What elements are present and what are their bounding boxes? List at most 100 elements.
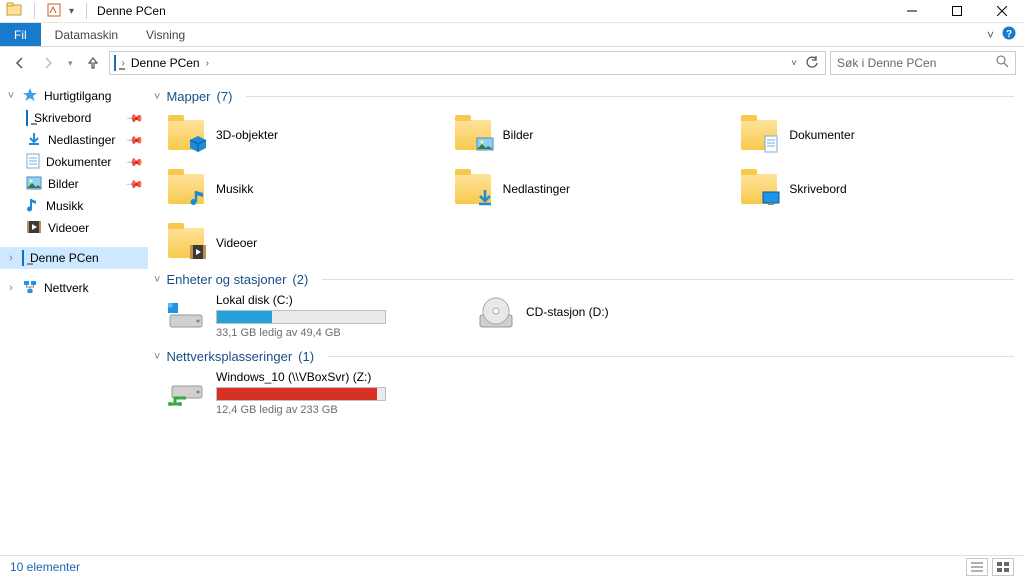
group-header-network[interactable]: ˅ Nettverksplasseringer (1) (154, 349, 1014, 364)
folder-label: Musikk (216, 182, 253, 196)
svg-text:?: ? (1006, 29, 1012, 40)
drive-optical-d[interactable]: CD-stasjon (D:) (464, 293, 744, 339)
videos-icon (26, 220, 42, 237)
tree-label: Musikk (46, 199, 83, 213)
address-bar[interactable]: › Denne PCen › ˅ (109, 51, 826, 75)
help-icon[interactable]: ? (1002, 26, 1016, 43)
drive-name: Windows_10 (\\VBoxSvr) (Z:) (216, 370, 386, 384)
folder-label: 3D-objekter (216, 128, 278, 142)
large-icons-view-button[interactable] (992, 558, 1014, 576)
folder-label: Dokumenter (789, 128, 854, 142)
drive-free-text: 12,4 GB ledig av 233 GB (216, 404, 386, 416)
sidebar-item-downloads[interactable]: Nedlastinger 📌 (0, 129, 148, 151)
drive-network-z[interactable]: Windows_10 (\\VBoxSvr) (Z:) 12,4 GB ledi… (154, 370, 434, 416)
3d-objects-icon (166, 115, 206, 155)
tree-label: Videoer (48, 221, 89, 235)
sidebar-item-documents[interactable]: Dokumenter 📌 (0, 151, 148, 173)
folder-documents[interactable]: Dokumenter (727, 110, 1014, 160)
sidebar-item-music[interactable]: Musikk (0, 195, 148, 217)
ribbon: Fil Datamaskin Visning ˅ ? (0, 23, 1024, 47)
folder-label: Skrivebord (789, 182, 846, 196)
search-input[interactable]: Søk i Denne PCen (830, 51, 1016, 75)
folder-label: Videoer (216, 236, 257, 250)
forward-button (40, 55, 56, 71)
pin-icon: 📌 (126, 175, 145, 194)
folder-label: Nedlastinger (503, 182, 570, 196)
tab-view[interactable]: Visning (132, 23, 199, 46)
maximize-button[interactable] (934, 0, 979, 23)
this-pc-icon (114, 56, 116, 70)
address-dropdown-icon[interactable]: ˅ (791, 58, 797, 69)
tab-computer[interactable]: Datamaskin (41, 23, 132, 46)
tree-quick-access[interactable]: ˅ Hurtigtilgang (0, 85, 148, 107)
chevron-right-icon[interactable]: › (6, 252, 16, 264)
group-header-folders[interactable]: ˅ Mapper (7) (154, 89, 1014, 104)
close-button[interactable] (979, 0, 1024, 23)
breadcrumb-this-pc[interactable]: Denne PCen (131, 56, 200, 70)
tab-file[interactable]: Fil (0, 23, 41, 46)
qat-divider (34, 3, 35, 19)
tree-this-pc[interactable]: › Denne PCen (0, 247, 148, 269)
network-drive-icon (166, 372, 206, 412)
folder-downloads[interactable]: Nedlastinger (441, 164, 728, 214)
status-bar: 10 elementer (0, 555, 1024, 577)
minimize-button[interactable] (889, 0, 934, 23)
title-bar: ▾ Denne PCen (0, 0, 1024, 23)
downloads-icon (453, 169, 493, 209)
window-title: Denne PCen (97, 4, 166, 18)
drive-free-text: 33,1 GB ledig av 49,4 GB (216, 327, 386, 339)
pin-icon: 📌 (126, 153, 145, 172)
qat-divider-2 (86, 3, 87, 19)
group-title: Mapper (166, 89, 210, 104)
group-count: (1) (298, 349, 314, 364)
content-pane: ˅ Mapper (7) 3D-objekter Bilder Dokument… (148, 79, 1024, 555)
tree-label: Hurtigtilgang (44, 89, 111, 103)
pictures-icon (26, 176, 42, 193)
star-icon (22, 87, 38, 106)
tree-label: Dokumenter (46, 155, 111, 169)
drive-local-c[interactable]: Lokal disk (C:) 33,1 GB ledig av 49,4 GB (154, 293, 434, 339)
group-header-drives[interactable]: ˅ Enheter og stasjoner (2) (154, 272, 1014, 287)
navigation-bar: ▾ › Denne PCen › ˅ Søk i Denne PCen (0, 47, 1024, 79)
breadcrumb-separator-icon[interactable]: › (122, 58, 125, 69)
music-icon (26, 197, 40, 216)
navigation-pane: ˅ Hurtigtilgang Skrivebord 📌 Nedlastinge… (0, 79, 148, 555)
network-icon (22, 279, 38, 298)
folder-videos[interactable]: Videoer (154, 218, 441, 268)
search-placeholder: Søk i Denne PCen (837, 56, 936, 70)
back-button[interactable] (12, 55, 28, 71)
ribbon-collapse-icon[interactable]: ˅ (987, 28, 994, 42)
sidebar-item-videos[interactable]: Videoer (0, 217, 148, 239)
tree-label: Skrivebord (34, 111, 91, 125)
sidebar-item-desktop[interactable]: Skrivebord 📌 (0, 107, 148, 129)
videos-icon (166, 223, 206, 263)
hard-drive-icon (166, 295, 206, 335)
pin-icon: 📌 (126, 131, 145, 150)
recent-locations-icon[interactable]: ▾ (68, 58, 73, 69)
details-view-button[interactable] (966, 558, 988, 576)
properties-icon[interactable] (47, 3, 61, 20)
tree-label: Bilder (48, 177, 79, 191)
documents-icon (26, 153, 40, 172)
chevron-down-icon: ˅ (154, 91, 160, 103)
tree-label: Denne PCen (30, 251, 99, 265)
tree-network[interactable]: › Nettverk (0, 277, 148, 299)
chevron-right-icon[interactable]: › (6, 282, 16, 294)
folder-3d-objects[interactable]: 3D-objekter (154, 110, 441, 160)
qat-dropdown-icon[interactable]: ▾ (69, 6, 74, 17)
this-pc-icon (22, 251, 24, 265)
documents-icon (739, 115, 779, 155)
folder-pictures[interactable]: Bilder (441, 110, 728, 160)
downloads-icon (26, 131, 42, 150)
chevron-down-icon[interactable]: ˅ (6, 90, 16, 102)
folder-desktop[interactable]: Skrivebord (727, 164, 1014, 214)
sidebar-item-pictures[interactable]: Bilder 📌 (0, 173, 148, 195)
music-icon (166, 169, 206, 209)
breadcrumb-separator-icon[interactable]: › (206, 58, 209, 69)
explorer-app-icon (6, 2, 22, 21)
folder-music[interactable]: Musikk (154, 164, 441, 214)
tree-label: Nedlastinger (48, 133, 115, 147)
up-button[interactable] (85, 55, 101, 71)
refresh-button[interactable] (805, 55, 819, 72)
pictures-icon (453, 115, 493, 155)
